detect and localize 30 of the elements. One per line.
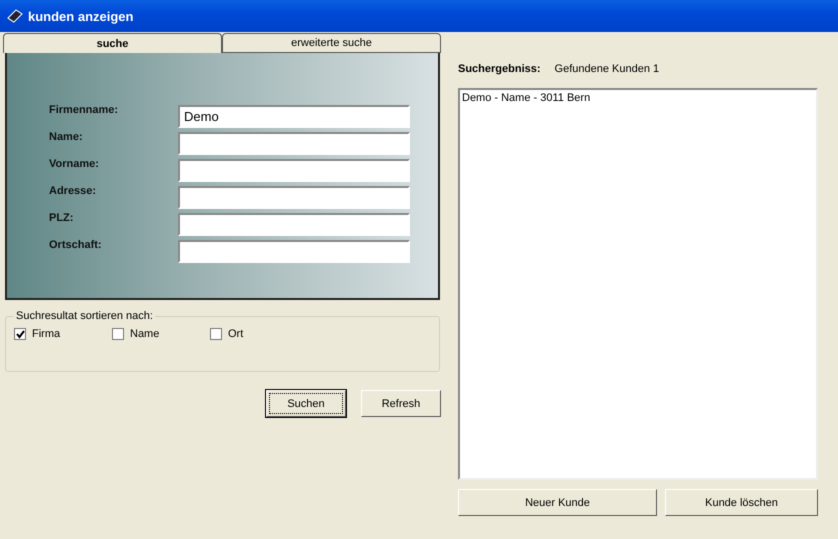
input-field[interactable]: Demo [178,105,410,128]
result-label: Suchergebniss: [458,63,541,75]
field-label: Firmenname: [48,104,120,116]
checkbox-label: Ort [228,328,244,340]
eraser-icon [6,8,24,24]
field-label: Vorname: [48,158,100,170]
list-item[interactable]: Demo - Name - 3011 Bern [462,92,814,104]
input-field[interactable] [178,159,410,182]
checkbox[interactable] [14,328,26,340]
group-title: Suchresultat sortieren nach: [15,310,154,322]
window-title: kunden anzeigen [28,8,134,24]
field-label: Name: [48,131,84,143]
input-field[interactable] [178,132,410,155]
tab[interactable]: suche [3,33,222,53]
refresh-button[interactable]: Refresh [361,390,441,417]
result-count: Gefundene Kunden 1 [554,63,660,75]
checkbox-label: Firma [32,328,60,340]
checkbox[interactable] [112,328,124,340]
delete-customer-button[interactable]: Kunde löschen [665,489,818,516]
input-field[interactable] [178,186,410,209]
search-button[interactable]: Suchen [266,390,346,417]
input-field[interactable] [178,240,410,263]
field-label: Adresse: [48,185,98,197]
input-field[interactable] [178,213,410,236]
checkbox[interactable] [210,328,222,340]
tab[interactable]: erweiterte suche [222,33,441,53]
field-label: Ortschaft: [48,239,103,251]
new-customer-button[interactable]: Neuer Kunde [458,489,657,516]
checkbox-label: Name [130,328,160,340]
field-label: PLZ: [48,212,74,224]
